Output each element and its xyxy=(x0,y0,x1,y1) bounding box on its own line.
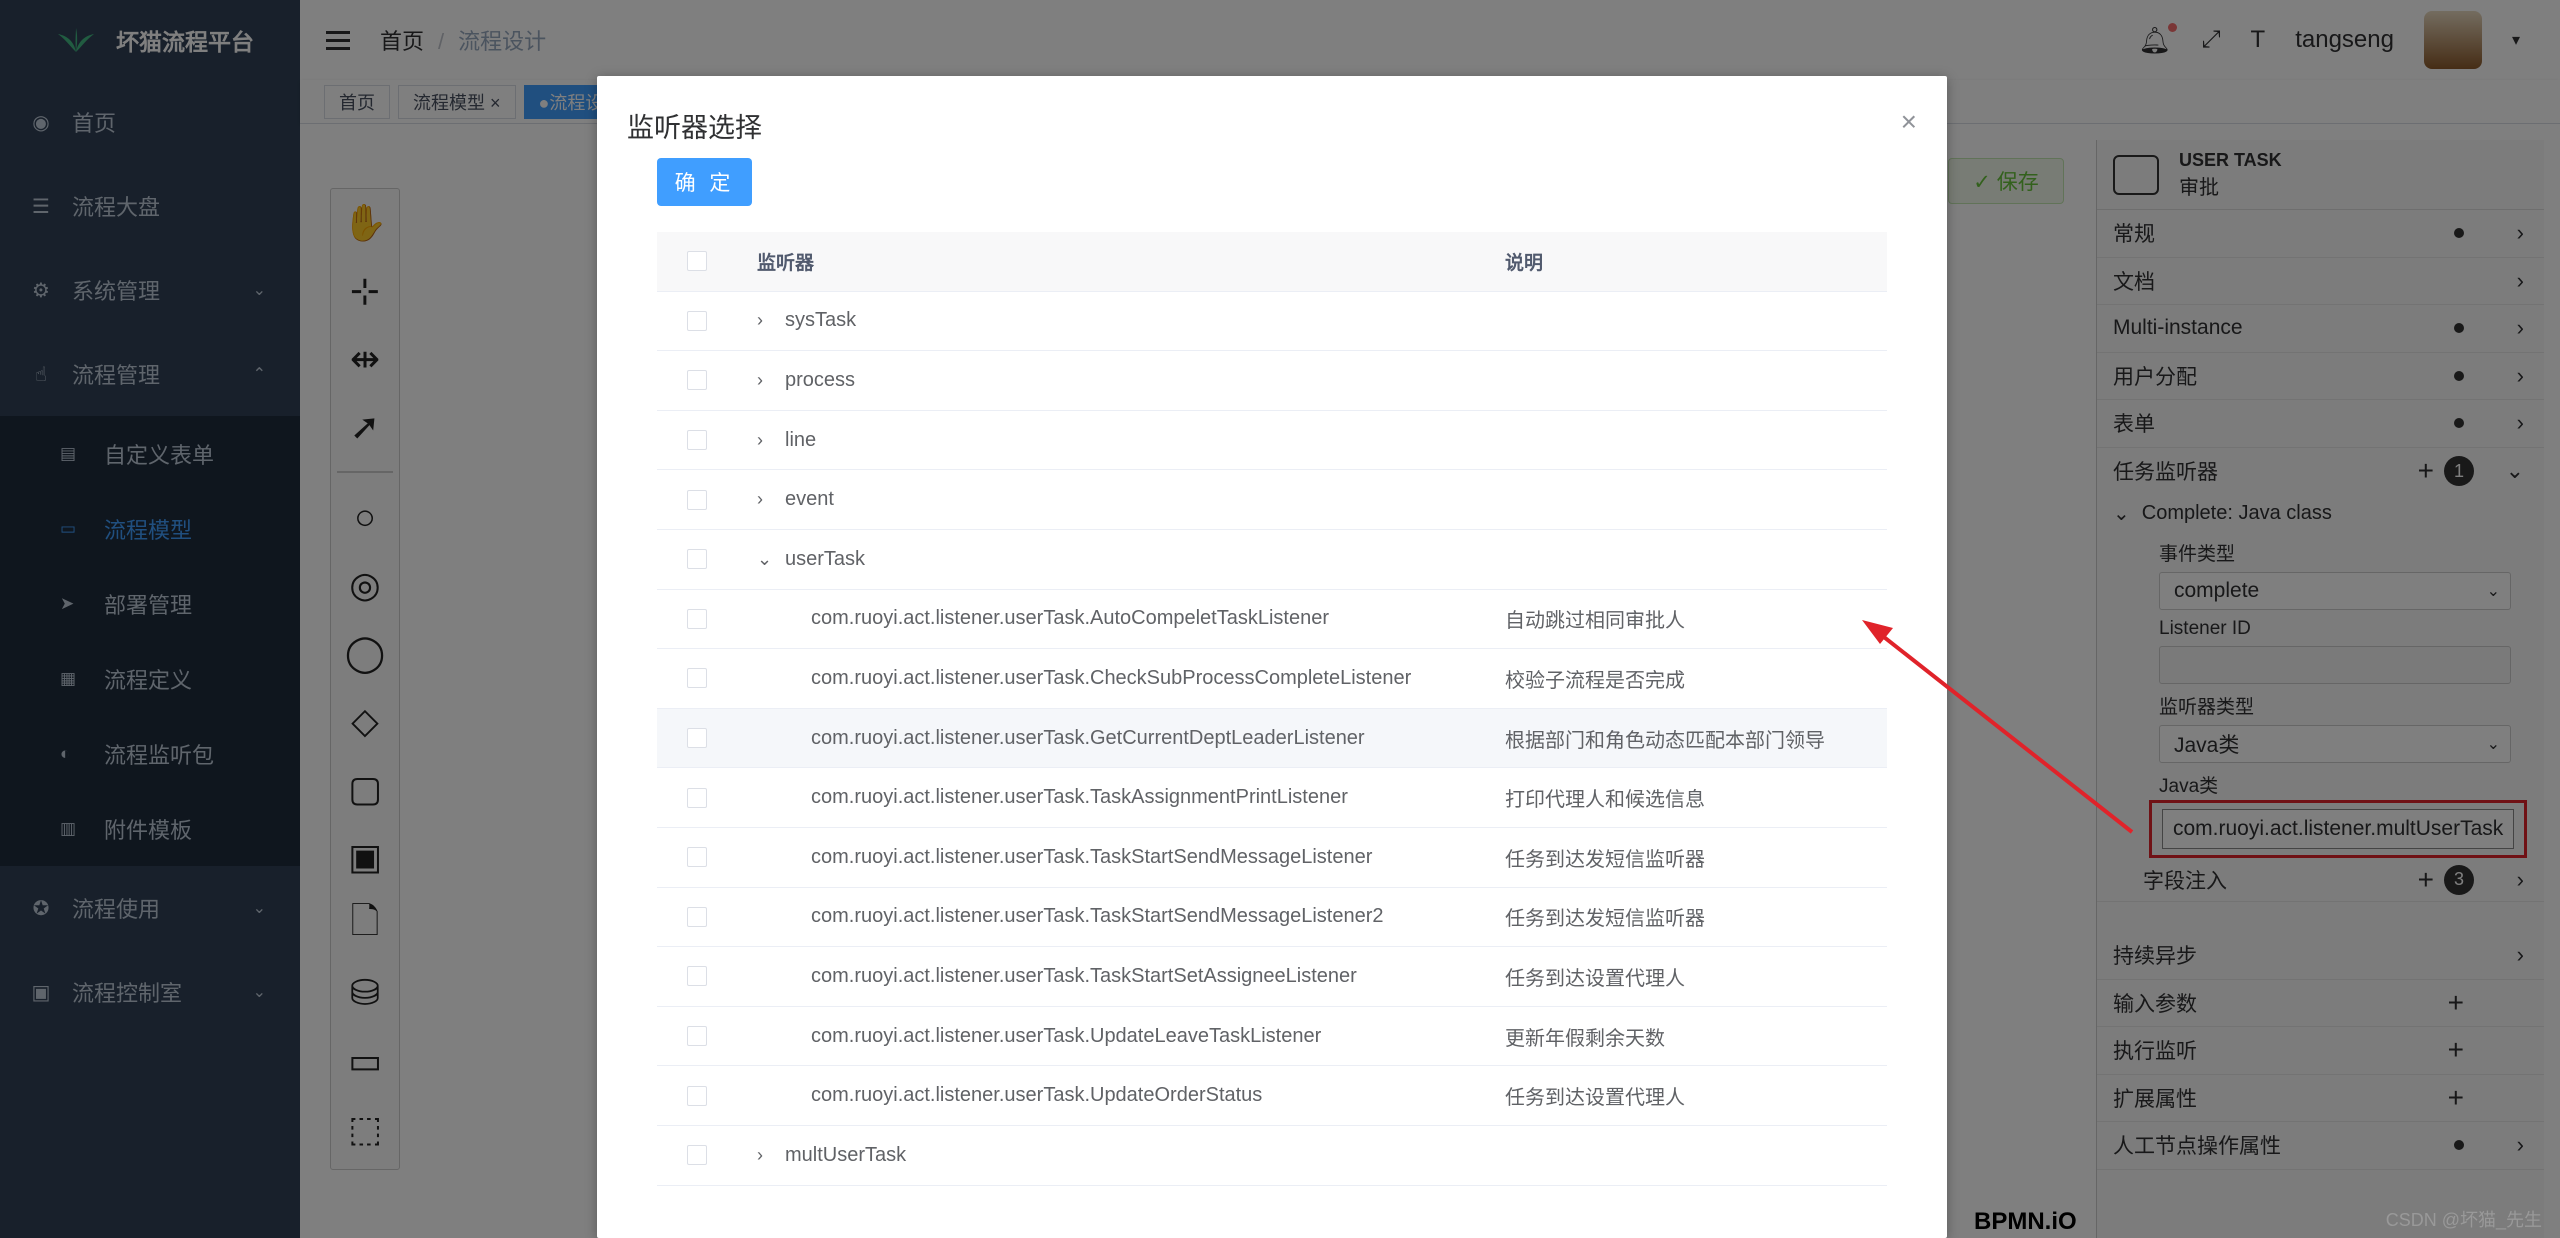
listener-name-text: process xyxy=(785,368,856,391)
row-checkbox[interactable] xyxy=(687,1026,707,1047)
row-checkbox[interactable] xyxy=(687,489,707,510)
row-checkbox[interactable] xyxy=(687,966,707,987)
row-checkbox[interactable] xyxy=(687,370,707,391)
table-row[interactable]: com.ruoyi.act.listener.userTask.CheckSub… xyxy=(657,649,1887,709)
expand-icon[interactable]: › xyxy=(757,1145,785,1166)
select-all-checkbox[interactable] xyxy=(687,251,707,272)
table-row[interactable]: com.ruoyi.act.listener.userTask.AutoComp… xyxy=(657,590,1887,650)
table-row[interactable]: com.ruoyi.act.listener.userTask.TaskAssi… xyxy=(657,768,1887,828)
row-listener-name: com.ruoyi.act.listener.userTask.AutoComp… xyxy=(811,607,1329,630)
listener-name-text: com.ruoyi.act.listener.userTask.AutoComp… xyxy=(811,607,1330,630)
listener-name-text: com.ruoyi.act.listener.userTask.UpdateLe… xyxy=(811,1024,1322,1047)
table-row[interactable]: com.ruoyi.act.listener.userTask.GetCurre… xyxy=(657,708,1887,769)
row-checkbox[interactable] xyxy=(687,906,707,927)
listener-select-dialog: 监听器选择 × 确 定 监听器 说明 › sysTask › process › line… xyxy=(597,76,1947,1238)
row-listener-name: com.ruoyi.act.listener.userTask.UpdateLe… xyxy=(811,1025,1321,1048)
row-desc: 任务到达发短信监听器 xyxy=(1505,908,1705,931)
table-row[interactable]: com.ruoyi.act.listener.userTask.UpdateLe… xyxy=(657,1007,1887,1067)
table-row[interactable]: com.ruoyi.act.listener.userTask.TaskStar… xyxy=(657,947,1887,1007)
row-desc: 校验子流程是否完成 xyxy=(1505,669,1685,692)
listener-name-text: com.ruoyi.act.listener.userTask.TaskStar… xyxy=(811,845,1373,868)
row-desc: 任务到达发短信监听器 xyxy=(1505,848,1705,871)
row-listener-name: com.ruoyi.act.listener.userTask.TaskAssi… xyxy=(811,786,1348,809)
row-listener-name: com.ruoyi.act.listener.userTask.CheckSub… xyxy=(811,667,1411,690)
row-checkbox[interactable] xyxy=(687,668,707,689)
listener-name-text: line xyxy=(785,428,817,451)
row-desc: 更新年假剩余天数 xyxy=(1505,1027,1665,1050)
row-listener-name: › process xyxy=(757,369,855,392)
table-row[interactable]: › sysTask xyxy=(657,292,1887,352)
expand-icon[interactable]: › xyxy=(757,430,785,451)
row-listener-name: › sysTask xyxy=(757,309,856,332)
listener-name-text: userTask xyxy=(785,547,866,570)
row-listener-name: › event xyxy=(757,488,834,511)
listener-name-text: com.ruoyi.act.listener.userTask.UpdateOr… xyxy=(811,1084,1263,1107)
row-checkbox[interactable] xyxy=(687,310,707,331)
row-desc: 自动跳过相同审批人 xyxy=(1505,610,1685,633)
row-checkbox[interactable] xyxy=(687,787,707,808)
expand-icon[interactable]: › xyxy=(757,310,785,331)
table-row[interactable]: com.ruoyi.act.listener.userTask.UpdateOr… xyxy=(657,1066,1887,1126)
row-checkbox[interactable] xyxy=(687,608,707,629)
watermark: CSDN @坏猫_先生 xyxy=(2385,1210,2542,1230)
listener-name-text: com.ruoyi.act.listener.userTask.TaskStar… xyxy=(811,964,1357,987)
dialog-title: 监听器选择 xyxy=(627,113,762,143)
header-listener: 监听器 xyxy=(757,252,815,274)
table-row[interactable]: com.ruoyi.act.listener.userTask.TaskStar… xyxy=(657,888,1887,948)
listener-table: 监听器 说明 › sysTask › process › line › event ⌄ userT… xyxy=(657,232,1887,1186)
row-listener-name: › multUserTask xyxy=(757,1144,906,1167)
row-checkbox[interactable] xyxy=(687,1085,707,1106)
close-icon[interactable]: × xyxy=(1901,106,1917,138)
listener-name-text: com.ruoyi.act.listener.userTask.TaskStar… xyxy=(811,905,1384,928)
row-checkbox[interactable] xyxy=(687,549,707,570)
listener-name-text: com.ruoyi.act.listener.userTask.CheckSub… xyxy=(811,666,1412,689)
table-row[interactable]: ⌄ userTask xyxy=(657,530,1887,590)
table-header: 监听器 说明 xyxy=(657,232,1887,292)
listener-name-text: com.ruoyi.act.listener.userTask.GetCurre… xyxy=(811,726,1365,749)
collapse-icon[interactable]: ⌄ xyxy=(757,549,785,570)
row-listener-name: com.ruoyi.act.listener.userTask.UpdateOr… xyxy=(811,1084,1262,1107)
row-listener-name: › line xyxy=(757,429,816,452)
row-listener-name: com.ruoyi.act.listener.userTask.TaskStar… xyxy=(811,965,1357,988)
header-desc: 说明 xyxy=(1505,252,1544,274)
confirm-button[interactable]: 确 定 xyxy=(657,158,752,206)
expand-icon[interactable]: › xyxy=(757,370,785,391)
row-desc: 根据部门和角色动态匹配本部门领导 xyxy=(1505,729,1825,752)
listener-name-text: com.ruoyi.act.listener.userTask.TaskAssi… xyxy=(811,786,1348,809)
row-desc: 打印代理人和候选信息 xyxy=(1505,789,1705,812)
listener-name-text: event xyxy=(785,488,834,511)
row-listener-name: com.ruoyi.act.listener.userTask.TaskStar… xyxy=(811,905,1384,928)
row-desc: 任务到达设置代理人 xyxy=(1505,1087,1685,1110)
row-listener-name: ⌄ userTask xyxy=(757,548,865,571)
table-row[interactable]: › multUserTask xyxy=(657,1126,1887,1186)
row-checkbox[interactable] xyxy=(687,847,707,868)
table-row[interactable]: › line xyxy=(657,411,1887,471)
row-listener-name: com.ruoyi.act.listener.userTask.TaskStar… xyxy=(811,846,1372,869)
table-row[interactable]: › event xyxy=(657,470,1887,530)
row-listener-name: com.ruoyi.act.listener.userTask.GetCurre… xyxy=(811,727,1365,750)
listener-name-text: multUserTask xyxy=(785,1143,907,1166)
listener-name-text: sysTask xyxy=(785,309,857,332)
row-checkbox[interactable] xyxy=(687,1145,707,1166)
table-row[interactable]: com.ruoyi.act.listener.userTask.TaskStar… xyxy=(657,828,1887,888)
expand-icon[interactable]: › xyxy=(757,489,785,510)
table-row[interactable]: › process xyxy=(657,351,1887,411)
row-desc: 任务到达设置代理人 xyxy=(1505,967,1685,990)
row-checkbox[interactable] xyxy=(687,430,707,451)
row-checkbox[interactable] xyxy=(687,728,707,749)
